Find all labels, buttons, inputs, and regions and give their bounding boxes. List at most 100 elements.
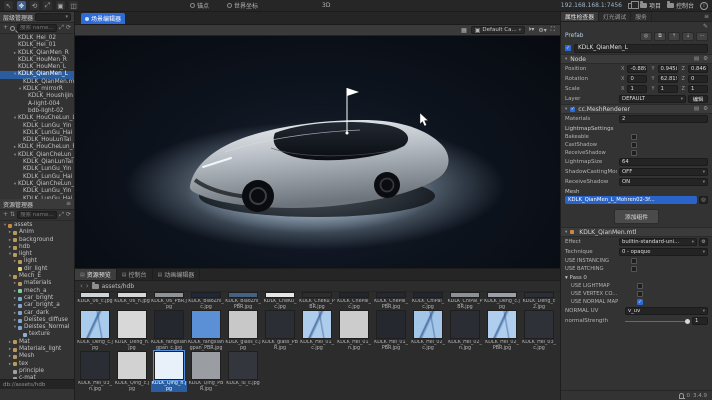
forward-icon[interactable]: ›	[86, 283, 89, 290]
tree-item[interactable]: ▾KDLK_QianMen_L	[0, 71, 74, 78]
notification-bell-icon[interactable]	[679, 393, 684, 398]
refresh-icon[interactable]: ⟳	[66, 25, 71, 31]
asset-thumbnail[interactable]: KDLK_Qing_PBR.jpg	[188, 351, 224, 392]
asset-thumbnail[interactable]: KDLK_BiaoZhi_PBR.jpg	[225, 292, 261, 310]
tree-item[interactable]: ▸mech_a	[0, 288, 74, 295]
lightmap-size-field[interactable]: 64	[619, 158, 708, 166]
asset-thumbnail[interactable]: KDLK_glass_c.jpg	[225, 310, 261, 351]
preview-tab-控制台[interactable]: ▤控制台	[117, 269, 153, 280]
tree-item[interactable]: KDLK_LunGu_Hai	[0, 174, 74, 181]
asset-thumbnail[interactable]: KDLK_Deng_c2.jpg	[521, 292, 557, 310]
tree-item[interactable]: principle	[0, 368, 74, 375]
asset-thumbnail[interactable]: KDLK_06_n.jpg	[114, 292, 150, 310]
scale-y-field[interactable]: 1	[658, 85, 678, 93]
position-z-field[interactable]: 0.84672	[688, 65, 708, 73]
tree-item[interactable]: KDLK_HouMen_L	[0, 64, 74, 71]
asset-thumbnail[interactable]: KDLK_CheKu_c.jpg	[262, 292, 298, 310]
tree-item[interactable]: ▸hdb	[0, 244, 74, 251]
world-coords-toggle[interactable]: 世界坐标	[227, 1, 258, 10]
tree-item[interactable]: ▸background	[0, 237, 74, 244]
node-name-field[interactable]: KDLK_QianMen_L	[574, 44, 708, 53]
asset-thumbnail[interactable]: KDLK_Qing_c.jpg	[114, 351, 150, 392]
rotation-x-field[interactable]: 0	[627, 75, 647, 83]
tree-item[interactable]: ▸Mat	[0, 339, 74, 346]
asset-thumbnail[interactable]: KDLK_glass_PBR.jpg	[262, 310, 298, 351]
fullscreen-icon[interactable]: ⛶	[551, 26, 555, 34]
inspector-menu-icon[interactable]: ≡	[701, 12, 712, 21]
cursor-tool-icon[interactable]: ↖	[4, 1, 13, 10]
asset-thumbnail[interactable]: KDLK_Hei_03_n.jpg	[77, 351, 113, 392]
asset-thumbnail[interactable]: KDLK_Deng_c.jpg	[484, 292, 520, 310]
scale-tool-icon[interactable]: ⤢	[43, 1, 52, 10]
inspector-tab-灯光调试[interactable]: 灯光调试	[599, 12, 631, 21]
tree-item[interactable]: ▸light	[0, 258, 74, 265]
tree-item[interactable]: ▸Materials_light	[0, 346, 74, 353]
preview-tab-动画编辑器[interactable]: ▤动画编辑器	[153, 269, 201, 280]
add-node-icon[interactable]: +	[3, 25, 8, 31]
tree-item[interactable]: KDLK_QianMen.m	[0, 79, 74, 86]
tree-item[interactable]: A-light-004	[0, 101, 74, 108]
tree-item[interactable]: ▾KDLK_QianCheLun_R	[0, 181, 74, 188]
asset-thumbnail[interactable]: KDLK_Hei_02_n.jpg	[447, 310, 483, 351]
tree-item[interactable]: ▾light	[0, 251, 74, 258]
tree-item[interactable]: ▸tex	[0, 361, 74, 368]
anchor-toggle[interactable]: 锚点	[190, 1, 209, 10]
tree-item[interactable]: ▸KDLK_HouCheLun_R	[0, 144, 74, 151]
tree-item[interactable]: ▸Mesh	[0, 353, 74, 360]
materials-count-field[interactable]: 2	[619, 115, 708, 123]
rect-tool-icon[interactable]: ▣	[56, 1, 65, 10]
hierarchy-filter-dropdown[interactable]: ▾	[35, 13, 71, 21]
tree-item[interactable]: ▸materials	[0, 280, 74, 287]
node-settings-icon[interactable]: ⚙	[703, 56, 708, 62]
receive-shadow-dropdown[interactable]: ON ▾	[619, 178, 708, 186]
material-section-header[interactable]: ▾ KDLK_QianMen.mtl	[561, 227, 712, 237]
pass-flag-checkbox[interactable]	[637, 291, 643, 297]
material-flag-checkbox[interactable]	[631, 258, 637, 264]
tree-item[interactable]: KDLK_QianLunTai	[0, 159, 74, 166]
scene-viewport[interactable]	[75, 36, 560, 268]
camera-dropdown[interactable]: ▣ Default Ca... ▾	[471, 26, 525, 34]
asset-thumbnail[interactable]: KDLK_Hei_03_c.jpg	[521, 310, 557, 351]
asset-thumbnail[interactable]: KDLK_ChePai_c.jpg	[336, 292, 372, 310]
more-prefab-icon[interactable]: ⋯	[696, 32, 708, 41]
asset-thumbnail[interactable]: KDLK_Hei_01_n.jpg	[336, 310, 372, 351]
scale-x-field[interactable]: 1	[627, 85, 647, 93]
position-x-field[interactable]: -0.88948	[627, 65, 647, 73]
tree-item[interactable]: KDLK_Hei_02	[0, 35, 74, 42]
asset-thumbnail[interactable]: KDLK_Qing_n.jpg	[151, 351, 187, 392]
tree-item[interactable]: ▸Deistes_diffuse	[0, 317, 74, 324]
inspector-tab-属性检查器[interactable]: 属性检查器	[561, 12, 599, 21]
tree-item[interactable]: ▾Deistes_Normal	[0, 324, 74, 331]
asset-thumbnail[interactable]: KDLK_Hei_01_c.jpg	[299, 310, 335, 351]
tree-item[interactable]: KDLK_Hei_01	[0, 42, 74, 49]
tree-item[interactable]: ▸Anim	[0, 229, 74, 236]
tree-item[interactable]: ▾KDLK_HouCheLun_L	[0, 115, 74, 122]
expand-icon[interactable]: ⤢	[59, 212, 64, 218]
asset-thumbnail[interactable]: KDLK_ChePai_PBR.jpg	[373, 292, 409, 310]
revert-prefab-icon[interactable]: ⇣	[682, 32, 694, 41]
add-asset-icon[interactable]: +	[3, 212, 8, 218]
asset-thumbnail[interactable]: KDLK_ChiPai_PBR.jpg	[447, 292, 483, 310]
asset-thumbnail[interactable]: KDLK_Hei_01_PBR.jpg	[373, 310, 409, 351]
inspector-tab-服务[interactable]: 服务	[631, 12, 652, 21]
component-settings-icon[interactable]: ⚙	[703, 106, 708, 112]
pass-flag-checkbox[interactable]	[637, 283, 643, 289]
normal-uv-dropdown[interactable]: v_uv ▾	[625, 307, 708, 315]
slider-knob[interactable]	[685, 319, 690, 324]
expand-all-icon[interactable]: ⤢	[59, 25, 64, 31]
tab-scene-editor[interactable]: 场景编辑器	[81, 13, 125, 24]
component-enabled-checkbox[interactable]: ✓	[570, 107, 575, 112]
lightmap-flag-checkbox[interactable]	[631, 134, 637, 140]
snap-tool-icon[interactable]: ◫	[69, 1, 78, 10]
asset-thumbnail[interactable]: KDLK_06_PBR.jpg	[151, 292, 187, 310]
refresh-icon[interactable]: ⟳	[66, 212, 71, 218]
project-button[interactable]: 项目	[640, 1, 661, 10]
tree-item[interactable]: ▸car_bright	[0, 295, 74, 302]
tree-item[interactable]: KDLK_LunGu_Hai	[0, 130, 74, 137]
rotate-tool-icon[interactable]: ⟲	[30, 1, 39, 10]
tree-item[interactable]: KDLK_HouLunTai	[0, 137, 74, 144]
view-options-icon[interactable]: 🞂▾	[529, 26, 534, 34]
back-icon[interactable]: ‹	[80, 283, 83, 290]
shadow-casting-dropdown[interactable]: OFF ▾	[619, 168, 708, 176]
hierarchy-search-input[interactable]	[17, 24, 57, 32]
